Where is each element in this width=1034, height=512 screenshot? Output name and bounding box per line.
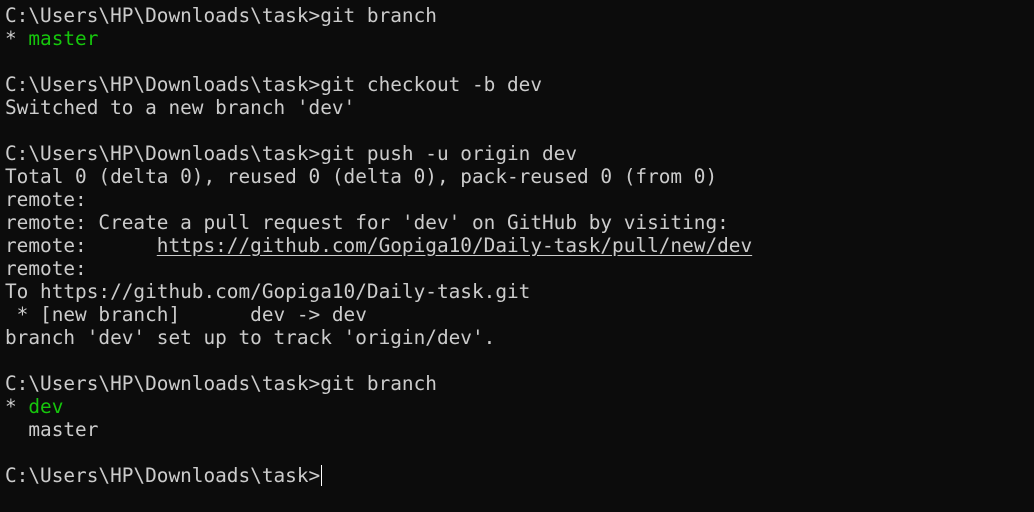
output-line: remote: xyxy=(5,188,87,211)
output-line: master xyxy=(5,418,99,441)
prompt: C:\Users\HP\Downloads\task> xyxy=(5,73,321,96)
command-text: git checkout -b dev xyxy=(320,73,543,96)
command-text: git push -u origin dev xyxy=(320,142,578,165)
output-line: remote: https://github.com/Gopiga10/Dail… xyxy=(5,234,1034,257)
command-text: git branch xyxy=(320,4,437,27)
command-line: C:\Users\HP\Downloads\task>git checkout … xyxy=(5,73,1034,96)
prompt: C:\Users\HP\Downloads\task> xyxy=(5,142,321,165)
terminal-window[interactable]: C:\Users\HP\Downloads\task>git branch * … xyxy=(0,0,1034,512)
text-cursor xyxy=(321,465,323,486)
command-line: C:\Users\HP\Downloads\task>git branch xyxy=(5,4,1034,27)
output-line: To https://github.com/Gopiga10/Daily-tas… xyxy=(5,280,531,303)
current-branch-name: master xyxy=(28,27,99,50)
current-branch-marker: * xyxy=(5,395,29,418)
output-line: Switched to a new branch 'dev' xyxy=(5,96,356,119)
output-line: remote: Create a pull request for 'dev' … xyxy=(5,211,729,234)
prompt: C:\Users\HP\Downloads\task> xyxy=(5,372,321,395)
command-text: git branch xyxy=(320,372,437,395)
active-command-line[interactable]: C:\Users\HP\Downloads\task> xyxy=(5,464,1034,487)
output-line: branch 'dev' set up to track 'origin/dev… xyxy=(5,326,496,349)
output-line: remote: xyxy=(5,257,87,280)
output-line: * master xyxy=(5,27,1034,50)
pull-request-link[interactable]: https://github.com/Gopiga10/Daily-task/p… xyxy=(157,234,752,257)
current-branch-marker: * xyxy=(5,27,29,50)
output-line: * [new branch] dev -> dev xyxy=(5,303,367,326)
prompt: C:\Users\HP\Downloads\task> xyxy=(5,4,321,27)
command-line: C:\Users\HP\Downloads\task>git branch xyxy=(5,372,1034,395)
current-branch-name: dev xyxy=(28,395,64,418)
output-line: * dev xyxy=(5,395,1034,418)
prompt: C:\Users\HP\Downloads\task> xyxy=(5,464,321,487)
output-line: Total 0 (delta 0), reused 0 (delta 0), p… xyxy=(5,165,718,188)
remote-prefix: remote: xyxy=(5,234,157,257)
command-line: C:\Users\HP\Downloads\task>git push -u o… xyxy=(5,142,1034,165)
